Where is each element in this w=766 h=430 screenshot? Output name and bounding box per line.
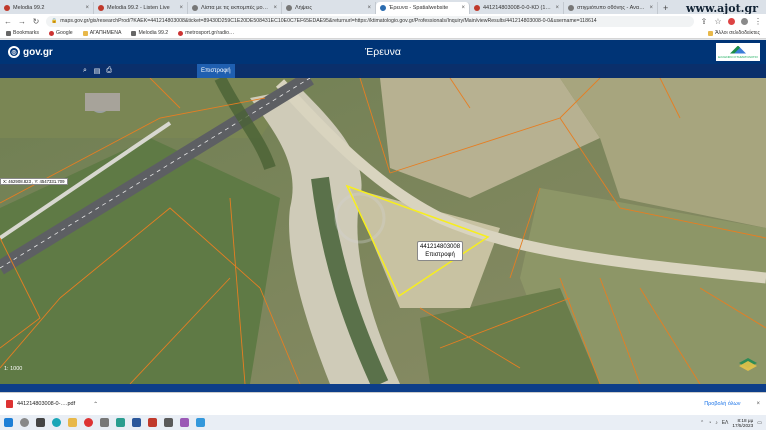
bookmark-item[interactable]: Melodia 99.2 [131, 30, 168, 36]
tab-strip: Melodia 99.2 × Melodia 99.2 - Listen Live… [0, 0, 766, 15]
app-icon[interactable] [164, 418, 173, 427]
profile-icon[interactable] [741, 17, 748, 25]
close-icon[interactable]: × [756, 401, 760, 407]
parcel-return-link[interactable]: Επιστροφή [420, 251, 460, 259]
forward-arrow-icon[interactable]: → [18, 17, 26, 26]
reload-icon[interactable]: ↻ [32, 17, 40, 26]
extension-icon[interactable] [728, 17, 735, 25]
check-app-icon[interactable] [116, 418, 125, 427]
document-icon[interactable]: ▤ [92, 66, 102, 76]
browser-tab[interactable]: Λίστα με τις εκπομπές μου - Κλι…× [188, 2, 282, 14]
bookmark-item[interactable]: Google [48, 30, 73, 36]
download-item[interactable]: 441214803008-0-….pdf ⌃ [6, 400, 98, 408]
app-icon[interactable] [196, 418, 205, 427]
map-footer-bar [0, 384, 766, 392]
edge-icon[interactable] [52, 418, 61, 427]
bookmark-star-icon[interactable]: ☆ [714, 17, 722, 26]
google-icon [48, 30, 54, 36]
metro-icon [178, 30, 184, 36]
govgr-logo[interactable]: ◎ gov.gr [8, 46, 53, 58]
tab-favicon-icon [286, 5, 292, 11]
share-icon[interactable]: ⇪ [700, 17, 708, 26]
url-text: maps.gov.gr/gis/researchProd/?KAEK=44121… [60, 18, 597, 24]
browser-tab[interactable]: Melodia 99.2 - Listen Live × [94, 2, 188, 14]
coordinate-readout: Χ: 462908.823 , Υ: 4547331.709 [0, 178, 68, 185]
menu-icon[interactable]: ⋮ [754, 17, 762, 26]
bookmark-item[interactable]: metrosport.gr/radio… [178, 30, 234, 36]
return-button[interactable]: Επιστροφή [197, 64, 235, 78]
tab-favicon-icon [380, 5, 386, 11]
print-icon[interactable]: ⎙ [104, 66, 114, 76]
acrobat-icon[interactable] [148, 418, 157, 427]
tab-favicon-icon [4, 5, 10, 11]
chevron-up-icon[interactable]: ⌃ [93, 401, 98, 408]
download-bar: 441214803008-0-….pdf ⌃ Προβολή όλων × [0, 392, 766, 415]
network-icon[interactable]: ◔ [708, 420, 711, 426]
layers-icon[interactable] [738, 356, 758, 372]
map-scale: 1: 1000 [4, 366, 23, 372]
word-icon[interactable] [132, 418, 141, 427]
file-explorer-icon[interactable] [68, 418, 77, 427]
show-all-downloads-link[interactable]: Προβολή όλων [704, 401, 740, 407]
windows-start-icon[interactable] [4, 418, 13, 427]
other-bookmarks[interactable]: Άλλοι σελιδοδείκτες [708, 30, 760, 36]
bookmarks-bar: Bookmarks Google ΑΓΑΠΗΜΕΝΑ Melodia 99.2 … [0, 28, 766, 39]
parcel-popup[interactable]: 441214803008 Επιστροφή [417, 241, 464, 261]
ktimatologio-logo: ΕΛΛΗΝΙΚΟ ΚΤΗΜΑΤΟΛΟΓΙΟ [716, 43, 760, 61]
address-bar-row: ← → ↻ 🔒 maps.gov.gr/gis/researchProd/?KA… [0, 14, 766, 28]
url-input[interactable]: 🔒 maps.gov.gr/gis/researchProd/?KAEK=441… [46, 15, 694, 27]
clock-date: 17/5/2023 [732, 422, 754, 428]
app-icon[interactable] [180, 418, 189, 427]
back-arrow-icon[interactable]: ← [4, 17, 12, 26]
tab-favicon-icon [568, 5, 574, 11]
lock-icon: 🔒 [51, 18, 58, 24]
browser-tab[interactable]: 441214803008-0-0-KD (1).pdf × [470, 2, 564, 14]
radio-icon [131, 30, 137, 36]
page-title: Έρευνα [365, 46, 401, 58]
satellite-map [0, 78, 766, 384]
close-icon[interactable]: × [555, 5, 559, 11]
language-indicator[interactable]: ΕΛ [722, 420, 729, 426]
search-icon[interactable]: ⌕ [80, 66, 90, 76]
task-view-icon[interactable] [36, 418, 45, 427]
clock[interactable]: 8:18 μμ 17/5/2023 [732, 418, 753, 428]
star-icon [6, 30, 11, 36]
browser-tab[interactable]: Melodia 99.2 × [0, 2, 94, 14]
bookmark-item[interactable]: Bookmarks [6, 30, 39, 36]
close-icon[interactable]: × [179, 5, 183, 11]
folder-icon [708, 30, 714, 36]
site-header: ◎ gov.gr Έρευνα ΕΛΛΗΝΙΚΟ ΚΤΗΜΑΤΟΛΟΓΙΟ [0, 40, 766, 64]
close-icon[interactable]: × [461, 5, 465, 11]
close-icon[interactable]: × [85, 5, 89, 11]
new-tab-button[interactable]: + [658, 2, 673, 14]
close-icon[interactable]: × [367, 5, 371, 11]
govgr-emblem-icon: ◎ [8, 46, 20, 58]
ktimatologio-emblem-icon [730, 45, 746, 54]
chrome-icon[interactable] [84, 418, 93, 427]
browser-tab[interactable]: Λήψεις × [282, 2, 376, 14]
notification-icon[interactable]: ▭ [757, 420, 762, 426]
bookmark-item[interactable]: ΑΓΑΠΗΜΕΝΑ [82, 30, 121, 36]
close-icon[interactable]: × [273, 5, 277, 11]
app-icon[interactable] [100, 418, 109, 427]
browser-tab[interactable]: στιγμιότυπο οθόνης - Αναζήτ… × [564, 2, 658, 14]
folder-icon [82, 30, 88, 36]
search-icon[interactable] [20, 418, 29, 427]
pdf-file-icon [6, 400, 13, 408]
volume-icon[interactable]: ♪ [715, 420, 718, 426]
parcel-id-label: 441214803008 [420, 244, 461, 250]
tab-favicon-icon [98, 5, 104, 11]
tab-favicon-icon [192, 5, 198, 11]
map-view[interactable]: Χ: 462908.823 , Υ: 4547331.709 441214803… [0, 78, 766, 384]
chevron-up-icon[interactable]: ⌃ [700, 420, 704, 426]
close-icon[interactable]: × [649, 5, 653, 11]
map-toolbar: ⌕ ▤ ⎙ Επιστροφή [0, 64, 766, 78]
tab-favicon-icon [474, 5, 480, 11]
windows-taskbar: ⌃ ◔ ♪ ΕΛ 8:18 μμ 17/5/2023 ▭ [0, 415, 766, 430]
browser-tab-active[interactable]: Έρευνα - Spatialwebsite × [376, 2, 470, 14]
system-tray: ⌃ ◔ ♪ ΕΛ 8:18 μμ 17/5/2023 ▭ [700, 418, 762, 428]
